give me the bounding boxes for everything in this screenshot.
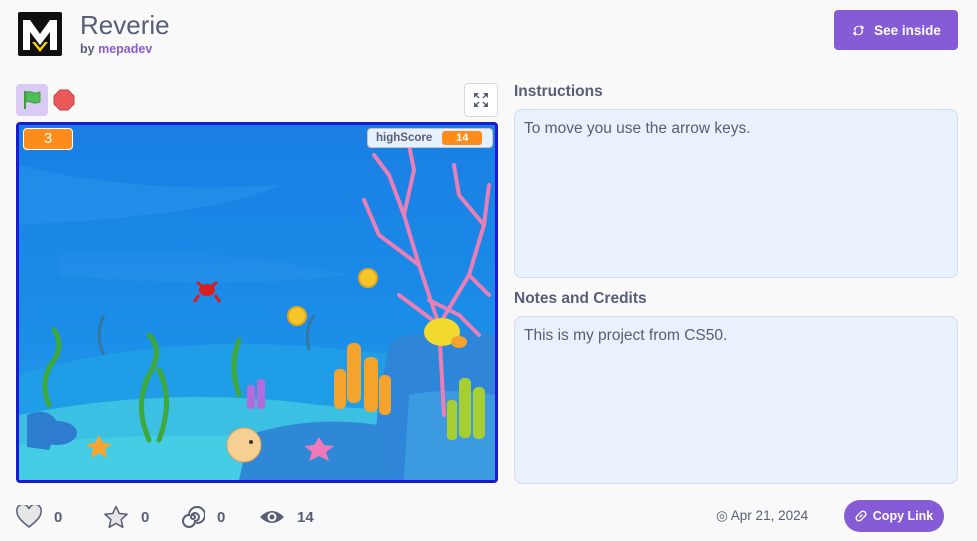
see-inside-button[interactable]: See inside [834,10,958,50]
view-count: 14 [297,508,314,526]
see-inside-label: See inside [874,22,941,38]
love-count: 0 [54,508,63,526]
notes-text: This is my project from CS50. [514,316,958,484]
link-icon [855,510,867,522]
project-byline: by mepadev [80,42,152,56]
remix-count: 0 [217,508,226,526]
stop-button[interactable] [53,89,75,111]
green-flag-icon [24,91,41,109]
score-monitor: 3 [23,128,73,150]
underwater-backdrop [19,125,495,480]
love-stat[interactable]: 0 [16,505,103,529]
fullscreen-button[interactable] [464,83,498,117]
project-stats: 0 0 0 14 [16,502,314,532]
author-link[interactable]: mepadev [98,42,152,56]
project-title: Reverie [80,10,170,40]
stop-icon [53,89,75,111]
favorite-stat[interactable]: 0 [103,505,181,530]
views-stat: 14 [259,507,314,527]
instructions-heading: Instructions [514,83,603,100]
green-flag-button[interactable] [16,84,48,116]
eye-icon [260,511,284,523]
calendar-icon: ◎ [716,508,728,523]
favorite-count: 0 [141,508,150,526]
heart-icon [16,505,42,528]
highscore-value: 14 [442,131,483,145]
highscore-monitor: highScore 14 [367,128,493,148]
share-date: ◎ Apr 21, 2024 [716,508,808,524]
project-logo[interactable] [18,12,62,56]
star-icon [104,505,128,528]
share-date-text: Apr 21, 2024 [730,508,809,523]
fullscreen-icon [474,93,488,107]
notes-heading: Notes and Credits [514,290,647,307]
remix-arrows-icon [852,24,865,36]
copy-link-label: Copy Link [872,509,934,523]
instructions-text: To move you use the arrow keys. [514,109,958,278]
project-stage[interactable]: 3 highScore 14 [16,122,498,483]
highscore-label: highScore [376,132,433,144]
remix-stat: 0 [181,505,259,529]
copy-link-button[interactable]: Copy Link [844,500,944,532]
remix-spiral-icon [182,506,205,528]
byline-prefix: by [80,42,95,56]
